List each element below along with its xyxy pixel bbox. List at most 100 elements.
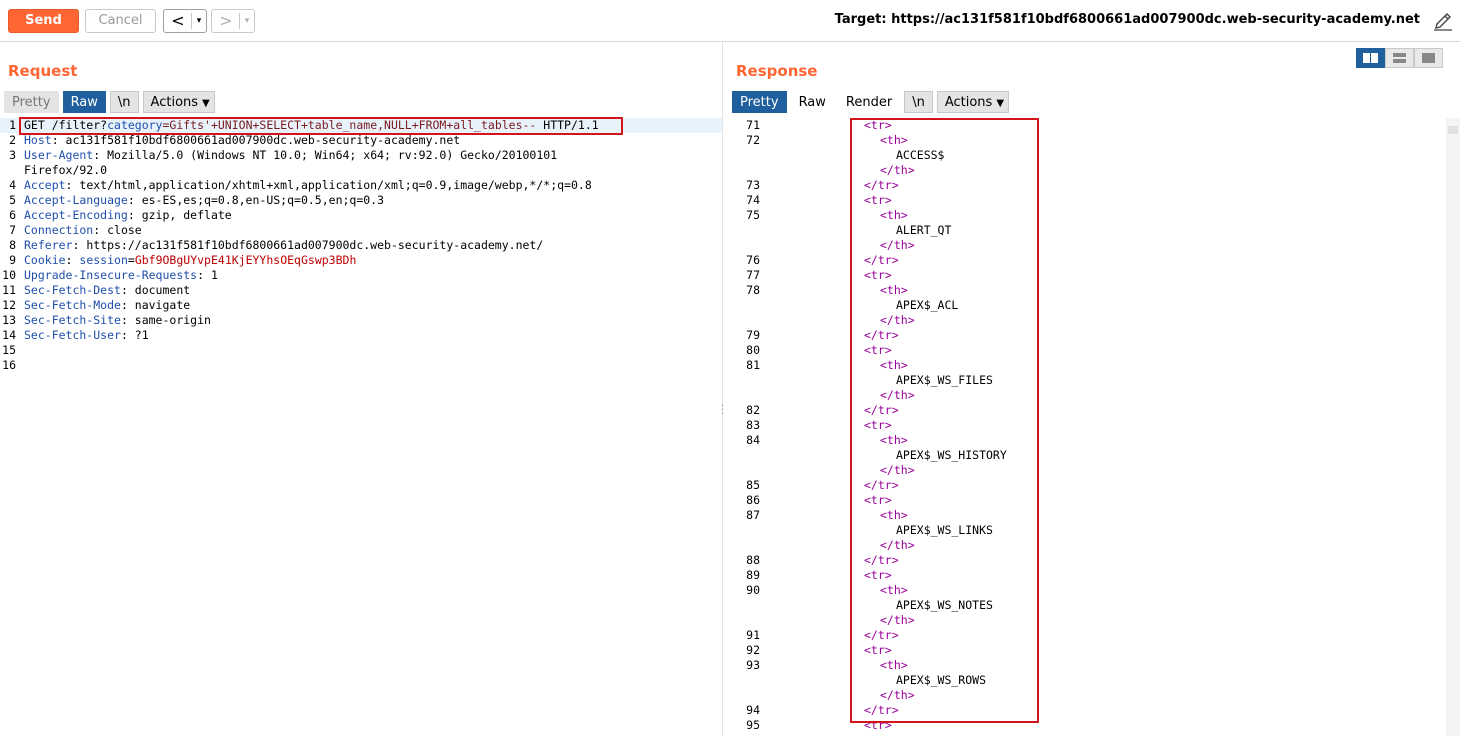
table-name-value: APEX$_WS_LINKS <box>896 523 993 537</box>
code-line[interactable]: 7 Connection: close <box>0 223 722 238</box>
code-line[interactable]: 80 <tr> <box>730 343 1446 358</box>
code-line[interactable]: 89 <tr> <box>730 568 1446 583</box>
layout-tabs-icon[interactable] <box>1414 48 1443 68</box>
code-line[interactable]: </th> <box>730 163 1446 178</box>
pencil-icon[interactable] <box>1432 10 1454 32</box>
code-line[interactable]: 84 <th> <box>730 433 1446 448</box>
code-line[interactable]: 87 <th> <box>730 508 1446 523</box>
code-line[interactable]: 9 Cookie: session=Gbf9OBgUYvpE41KjEYYhsOE… <box>0 253 722 268</box>
code-line[interactable]: APEX$_WS_LINKS <box>730 523 1446 538</box>
code-line[interactable]: Firefox/92.0 <box>0 163 722 178</box>
code-line[interactable]: APEX$_ACL <box>730 298 1446 313</box>
code-line[interactable]: 94 </tr> <box>730 703 1446 718</box>
response-editor[interactable]: 71 <tr> 72 <th> ACCESS$ </th> 73 </tr> 74 <tr> 75 <… <box>730 118 1446 736</box>
tab-newline[interactable]: \n <box>109 91 139 113</box>
line-number: 78 <box>746 283 760 297</box>
actions-menu[interactable]: Actions ▼ <box>936 91 1010 113</box>
code-text: Host: ac131f581f10bdf6800661ad007900dc.w… <box>24 133 460 148</box>
scrollbar-thumb[interactable] <box>1448 126 1458 134</box>
code-line[interactable]: 8 Referer: https://ac131f581f10bdf6800661… <box>0 238 722 253</box>
code-line[interactable]: 16 <box>0 358 722 373</box>
code-line[interactable]: 76 </tr> <box>730 253 1446 268</box>
code-line[interactable]: 91 </tr> <box>730 628 1446 643</box>
code-line[interactable]: 11 Sec-Fetch-Dest: document <box>0 283 722 298</box>
response-scrollbar[interactable] <box>1446 118 1460 736</box>
html-tag: </th> <box>880 613 915 627</box>
html-tag: <tr> <box>864 718 892 732</box>
code-line[interactable]: 77 <tr> <box>730 268 1446 283</box>
code-line[interactable]: 88 </tr> <box>730 553 1446 568</box>
code-line[interactable]: </th> <box>730 613 1446 628</box>
code-line[interactable]: 14 Sec-Fetch-User: ?1 <box>0 328 722 343</box>
code-token: : 1 <box>197 268 218 282</box>
code-line[interactable]: </th> <box>730 388 1446 403</box>
cancel-button[interactable]: Cancel <box>85 9 156 33</box>
tab-raw[interactable]: Raw <box>791 91 834 113</box>
code-line[interactable]: 15 <box>0 343 722 358</box>
code-line[interactable]: 95 <tr> <box>730 718 1446 733</box>
code-line[interactable]: 85 </tr> <box>730 478 1446 493</box>
code-line[interactable]: 12 Sec-Fetch-Mode: navigate <box>0 298 722 313</box>
code-line[interactable]: 83 <tr> <box>730 418 1446 433</box>
code-line[interactable]: APEX$_WS_NOTES <box>730 598 1446 613</box>
code-line[interactable]: 73 </tr> <box>730 178 1446 193</box>
code-line[interactable]: </th> <box>730 688 1446 703</box>
code-line[interactable]: 79 </tr> <box>730 328 1446 343</box>
code-line[interactable]: ALERT_QT <box>730 223 1446 238</box>
code-line[interactable]: 3 User-Agent: Mozilla/5.0 (Windows NT 10.… <box>0 148 722 163</box>
html-tag: <tr> <box>864 643 892 657</box>
layout-side-by-side-icon[interactable] <box>1356 48 1385 68</box>
response-tabs: Pretty Raw Render \n Actions ▼ <box>732 91 1010 113</box>
code-line[interactable]: 6 Accept-Encoding: gzip, deflate <box>0 208 722 223</box>
code-line[interactable]: 78 <th> <box>730 283 1446 298</box>
code-line[interactable]: 13 Sec-Fetch-Site: same-origin <box>0 313 722 328</box>
send-button[interactable]: Send <box>8 9 79 33</box>
code-line[interactable]: APEX$_WS_ROWS <box>730 673 1446 688</box>
code-line[interactable]: 71 <tr> <box>730 118 1446 133</box>
html-tag: <th> <box>880 283 908 297</box>
line-number: 90 <box>746 583 760 597</box>
code-line[interactable]: 93 <th> <box>730 658 1446 673</box>
chevron-down-icon[interactable]: ▾ <box>194 14 204 28</box>
actions-menu[interactable]: Actions ▼ <box>142 91 215 113</box>
tab-pretty[interactable]: Pretty <box>732 91 787 113</box>
code-line[interactable]: 5 Accept-Language: es-ES,es;q=0.8,en-US;q… <box>0 193 722 208</box>
code-line[interactable]: </th> <box>730 313 1446 328</box>
tab-render[interactable]: Render <box>838 91 900 113</box>
layout-toggle <box>1356 48 1443 68</box>
code-line[interactable]: 90 <th> <box>730 583 1446 598</box>
line-number: 75 <box>746 208 760 222</box>
code-line[interactable]: 1 GET /filter?category=Gifts'+UNION+SELEC… <box>0 118 722 133</box>
line-number: 15 <box>2 343 16 357</box>
code-line[interactable]: 10 Upgrade-Insecure-Requests: 1 <box>0 268 722 283</box>
tab-raw[interactable]: Raw <box>62 91 106 113</box>
code-token: : document <box>120 283 191 297</box>
html-tag: </tr> <box>864 253 899 267</box>
tab-newline[interactable]: \n <box>904 91 933 113</box>
resize-grip-icon[interactable]: · · · <box>721 402 725 420</box>
code-line[interactable]: 2 Host: ac131f581f10bdf6800661ad007900dc.… <box>0 133 722 148</box>
code-line[interactable]: 74 <tr> <box>730 193 1446 208</box>
forward-button[interactable]: > ▾ <box>211 9 255 33</box>
code-line[interactable]: ACCESS$ <box>730 148 1446 163</box>
code-line[interactable]: </th> <box>730 463 1446 478</box>
code-line[interactable]: 72 <th> <box>730 133 1446 148</box>
back-button[interactable]: < ▾ <box>163 9 207 33</box>
code-line[interactable]: 4 Accept: text/html,application/xhtml+xml… <box>0 178 722 193</box>
code-line[interactable]: APEX$_WS_HISTORY <box>730 448 1446 463</box>
code-line[interactable]: </th> <box>730 538 1446 553</box>
code-line[interactable]: </th> <box>730 238 1446 253</box>
html-tag: </th> <box>880 538 915 552</box>
layout-stacked-icon[interactable] <box>1385 48 1414 68</box>
code-line[interactable]: 82 </tr> <box>730 403 1446 418</box>
chevron-down-icon[interactable]: ▾ <box>242 14 252 28</box>
line-number: 81 <box>746 358 760 372</box>
request-editor[interactable]: 1 GET /filter?category=Gifts'+UNION+SELEC… <box>0 118 722 736</box>
code-line[interactable]: 75 <th> <box>730 208 1446 223</box>
tab-pretty[interactable]: Pretty <box>4 91 59 113</box>
code-line[interactable]: APEX$_WS_FILES <box>730 373 1446 388</box>
code-line[interactable]: 81 <th> <box>730 358 1446 373</box>
pane-divider[interactable] <box>722 42 723 736</box>
code-line[interactable]: 86 <tr> <box>730 493 1446 508</box>
code-line[interactable]: 92 <tr> <box>730 643 1446 658</box>
